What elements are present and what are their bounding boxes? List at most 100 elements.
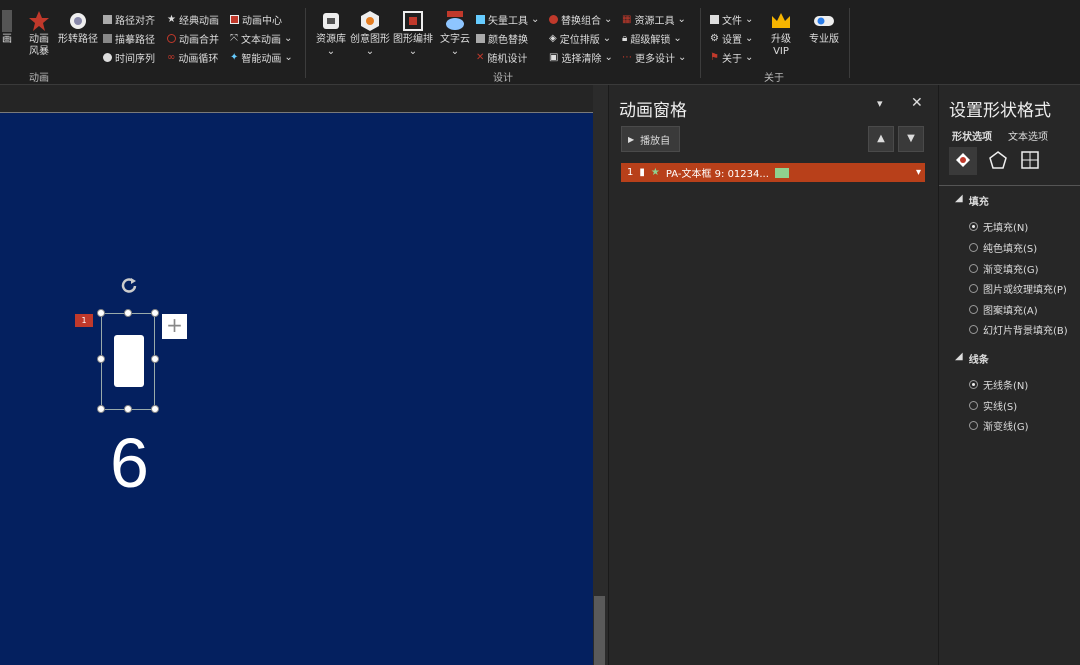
add-element-button[interactable]: +	[162, 314, 187, 339]
resize-handle[interactable]	[124, 309, 132, 317]
play-from-button[interactable]: ▶ 播放自	[621, 126, 680, 152]
radio-icon	[969, 380, 978, 389]
arrow-up-icon: ▲	[877, 133, 885, 144]
upgrade-vip-button[interactable]: 升级 VIP	[768, 10, 794, 58]
truncated-icon	[2, 10, 12, 32]
path-small-icon	[103, 34, 112, 43]
vertical-scrollbar[interactable]	[593, 85, 608, 665]
move-down-button[interactable]: ▼	[898, 126, 924, 152]
chevron-down-icon[interactable]: ▾	[916, 167, 921, 178]
anim-merge-button[interactable]: 动画合并	[167, 31, 219, 46]
shape-arrange-button[interactable]: 图形编排 ⌄	[392, 10, 434, 58]
combine-icon	[549, 15, 558, 24]
pentagon-icon[interactable]	[989, 151, 1007, 169]
resize-handle[interactable]	[97, 405, 105, 413]
anim-loop-button[interactable]: ∞ 动画循环	[167, 50, 218, 65]
resource-lib-button[interactable]: 资源库 ⌄	[313, 10, 349, 58]
loop-icon: ∞	[167, 52, 176, 63]
text-box-content[interactable]	[114, 335, 144, 387]
position-layout-button[interactable]: ◈ 定位排版 ⌄	[549, 31, 611, 46]
file-icon	[710, 15, 719, 24]
clock-icon	[103, 53, 112, 62]
group-separator	[305, 8, 306, 78]
creative-shape-button[interactable]: 创意图形 ⌄	[349, 10, 391, 58]
super-unlock-button[interactable]: 🔒︎ 超级解锁 ⌄	[622, 31, 682, 46]
anim-storm-button[interactable]: 动画 风暴	[24, 10, 54, 58]
truncated-button[interactable]: 画	[0, 10, 14, 46]
radio-icon	[969, 243, 978, 252]
move-up-button[interactable]: ▲	[868, 126, 894, 152]
resource-tool-button[interactable]: ▦ 资源工具 ⌄	[622, 12, 686, 27]
fill-line-tab[interactable]	[949, 147, 977, 175]
flag-icon: ⚑	[710, 52, 719, 63]
radio-no-line[interactable]: 无线条(N)	[969, 377, 1028, 392]
color-replace-button[interactable]: 颜色替换	[476, 31, 528, 46]
radio-solid-fill[interactable]: 纯色填充(S)	[969, 240, 1037, 255]
tab-text-options[interactable]: 文本选项	[1008, 128, 1048, 143]
anim-badge[interactable]: 1	[75, 314, 93, 327]
word-cloud-button[interactable]: 文字云 ⌄	[438, 10, 472, 58]
radio-no-fill[interactable]: 无填充(N)	[969, 219, 1028, 234]
divider	[939, 185, 1080, 186]
random-design-button[interactable]: ✕ 随机设计	[476, 50, 527, 65]
text-anim-icon: ⤧	[230, 33, 238, 44]
slide-number-text[interactable]: 6	[110, 423, 149, 503]
radio-solid-line[interactable]: 实线(S)	[969, 398, 1017, 413]
shape-path-button[interactable]: 形转路径	[56, 10, 100, 46]
group-separator	[700, 8, 701, 78]
path-icon	[70, 13, 86, 29]
radio-picture-fill[interactable]: 图片或纹理填充(P)	[969, 281, 1067, 296]
radio-gradient-line[interactable]: 渐变线(G)	[969, 418, 1029, 433]
smart-anim-button[interactable]: ✦ 智能动画 ⌄	[230, 50, 293, 65]
more-design-button[interactable]: ⋯ 更多设计 ⌄	[622, 50, 686, 65]
settings-button[interactable]: ⚙ 设置 ⌄	[710, 31, 753, 46]
radio-slide-bg-fill[interactable]: 幻灯片背景填充(B)	[969, 322, 1068, 337]
slide[interactable]: 1 + 6	[0, 113, 593, 665]
close-icon[interactable]: ✕	[911, 95, 923, 111]
scrollbar-thumb[interactable]	[594, 596, 605, 665]
resize-handle[interactable]	[97, 309, 105, 317]
format-shape-pane: 设置形状格式 形状选项 文本选项 ◢ 填充 无填充(N) 纯色填充(S) 渐变填充…	[938, 85, 1080, 665]
vector-tool-button[interactable]: 矢量工具 ⌄	[476, 12, 539, 27]
radio-icon	[969, 401, 978, 410]
chevron-down-icon: ⌄	[284, 33, 293, 44]
star-effect-icon: ★	[650, 167, 660, 178]
replace-combine-button[interactable]: 替换组合 ⌄	[549, 12, 612, 27]
more-icon: ⋯	[622, 52, 632, 63]
chevron-down-icon: ⌄	[673, 33, 682, 44]
file-menu-button[interactable]: 文件 ⌄	[710, 12, 753, 27]
anim-list-item[interactable]: 1 ▮ ★ PA-文本框 9: 01234... ▾	[621, 163, 925, 182]
resize-handle[interactable]	[124, 405, 132, 413]
crown-icon	[772, 13, 790, 28]
time-sequence-button[interactable]: 时间序列	[103, 50, 155, 65]
about-button[interactable]: ⚑ 关于 ⌄	[710, 50, 753, 65]
line-section-header[interactable]: ◢ 线条	[955, 351, 989, 366]
radio-pattern-fill[interactable]: 图案填充(A)	[969, 302, 1038, 317]
text-anim-button[interactable]: ⤧ 文本动画 ⌄	[230, 31, 292, 46]
anim-center-button[interactable]: 动画中心	[230, 12, 282, 27]
size-properties-icon[interactable]	[1021, 151, 1039, 169]
path-align-button[interactable]: 路径对齐	[103, 12, 155, 27]
lock-icon: 🔒︎	[622, 33, 628, 44]
fill-section-header[interactable]: ◢ 填充	[955, 193, 989, 208]
chevron-down-icon: ⌄	[604, 14, 613, 25]
radio-icon	[969, 421, 978, 430]
classic-anim-button[interactable]: ★ 经典动画	[167, 12, 219, 27]
chevron-down-icon: ⌄	[602, 33, 612, 44]
pro-version-button[interactable]: 专业版	[808, 10, 840, 46]
resize-handle[interactable]	[97, 355, 105, 363]
select-icon: ▣	[549, 52, 559, 63]
resize-handle[interactable]	[151, 309, 159, 317]
trace-path-button[interactable]: 描摹路径	[103, 31, 155, 46]
rotate-handle-icon[interactable]	[119, 275, 139, 295]
tab-shape-options[interactable]: 形状选项	[952, 128, 992, 143]
resize-handle[interactable]	[151, 355, 159, 363]
radio-icon	[969, 305, 978, 314]
radio-icon	[969, 264, 978, 273]
chevron-down-icon: ⌄	[408, 46, 418, 57]
pane-options-icon[interactable]: ▾	[877, 97, 883, 110]
resize-handle[interactable]	[151, 405, 159, 413]
radio-gradient-fill[interactable]: 渐变填充(G)	[969, 261, 1039, 276]
select-clear-button[interactable]: ▣ 选择清除 ⌄	[549, 50, 613, 65]
chevron-down-icon: ⌄	[450, 46, 460, 57]
